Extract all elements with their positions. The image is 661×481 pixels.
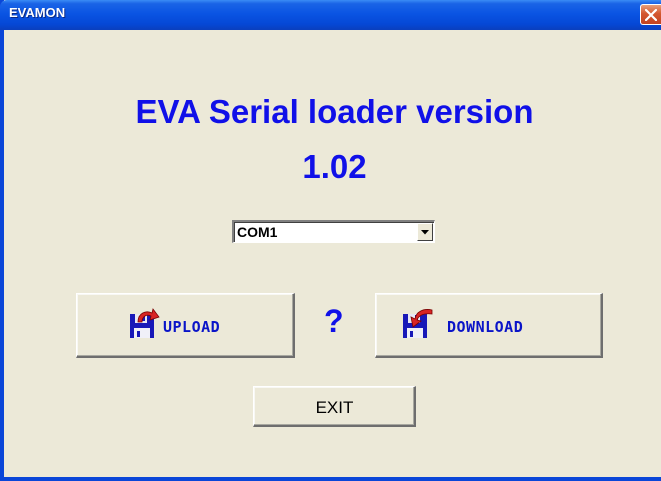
download-button[interactable]: DOWNLOAD — [375, 293, 603, 358]
exit-button[interactable]: EXIT — [253, 386, 416, 427]
upload-button-label: UPLOAD — [163, 318, 221, 336]
download-button-label: DOWNLOAD — [447, 318, 524, 336]
port-select-dropdown-button[interactable] — [417, 223, 433, 241]
app-heading-version: 1.02 — [302, 148, 367, 185]
app-window: EVAMON EVA Serial loader version 1.02 CO… — [0, 0, 661, 481]
close-icon — [645, 9, 657, 21]
upload-button[interactable]: UPLOAD — [76, 293, 295, 358]
window-title: EVAMON — [9, 5, 66, 20]
floppy-download-icon — [403, 309, 433, 338]
port-select-value: COM1 — [237, 224, 278, 240]
title-bar[interactable]: EVAMON — [0, 0, 661, 30]
app-heading-title: EVA Serial loader version — [135, 93, 534, 130]
help-question-mark: ? — [324, 303, 344, 339]
chevron-down-icon — [421, 230, 429, 235]
close-button[interactable] — [640, 4, 661, 25]
port-select[interactable]: COM1 — [232, 220, 435, 243]
floppy-upload-icon — [130, 308, 160, 338]
exit-button-label: EXIT — [315, 398, 354, 417]
